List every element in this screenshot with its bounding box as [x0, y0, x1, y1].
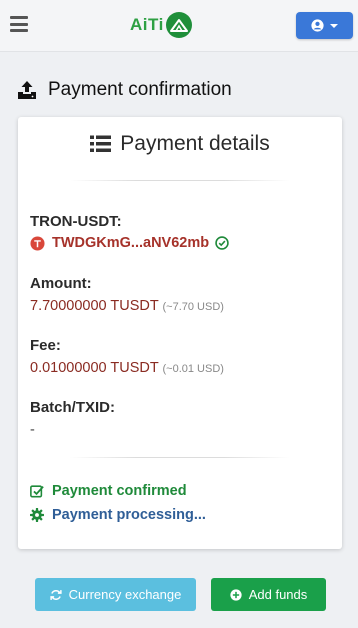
- amount-value: 7.70000000 TUSDT (~7.70 USD): [30, 298, 224, 314]
- status-processing: Payment processing...: [30, 507, 206, 523]
- add-funds-button[interactable]: Add funds: [211, 578, 326, 611]
- fee-tusdt: 0.01000000 TUSDT: [30, 360, 159, 376]
- logo-text: AiTi: [130, 15, 164, 34]
- refresh-icon: [50, 589, 62, 600]
- card-title: Payment details: [120, 132, 270, 155]
- logo-mountain-icon: [165, 12, 192, 38]
- wallet-address: TWDGKmG...aNV62mb: [30, 235, 229, 251]
- divider: [70, 180, 290, 181]
- brand-logo[interactable]: AiTi: [130, 12, 192, 38]
- currency-exchange-button[interactable]: Currency exchange: [35, 578, 196, 611]
- amount-label: Amount:: [30, 275, 92, 292]
- status-processing-text: Payment processing...: [52, 507, 206, 523]
- fee-value: 0.01000000 TUSDT (~0.01 USD): [30, 360, 224, 376]
- list-icon: [90, 135, 112, 152]
- address-text[interactable]: TWDGKmG...aNV62mb: [52, 235, 209, 251]
- page-header: Payment confirmation: [17, 79, 232, 101]
- add-funds-label: Add funds: [248, 587, 308, 602]
- user-menu-button[interactable]: [296, 12, 353, 39]
- card-header: Payment details: [18, 132, 342, 156]
- status-confirmed-text: Payment confirmed: [52, 483, 187, 499]
- fee-label: Fee:: [30, 337, 61, 354]
- payment-details-card: Payment details TRON-USDT: TWDGKmG...aNV…: [18, 117, 342, 549]
- plus-circle-icon: [230, 588, 242, 601]
- amount-tusdt: 7.70000000 TUSDT: [30, 298, 159, 314]
- fee-usd: (~0.01 USD): [162, 363, 224, 375]
- check-circle-icon: [215, 236, 229, 250]
- chevron-down-icon: [330, 23, 338, 28]
- txid-label: Batch/TXID:: [30, 399, 116, 416]
- currency-label: TRON-USDT:: [30, 213, 122, 230]
- gear-icon: [30, 508, 44, 522]
- amount-usd: (~7.70 USD): [162, 301, 224, 313]
- txid-value: -: [30, 422, 35, 438]
- divider: [70, 457, 290, 458]
- top-navbar: AiTi: [0, 0, 358, 52]
- tron-icon: [30, 235, 45, 251]
- upload-tray-icon: [18, 81, 36, 99]
- currency-exchange-label: Currency exchange: [68, 587, 182, 602]
- menu-icon[interactable]: [10, 16, 28, 32]
- user-circle-icon: [311, 19, 324, 32]
- page-title: Payment confirmation: [48, 79, 232, 100]
- check-square-icon: [30, 485, 44, 498]
- status-confirmed: Payment confirmed: [30, 483, 187, 499]
